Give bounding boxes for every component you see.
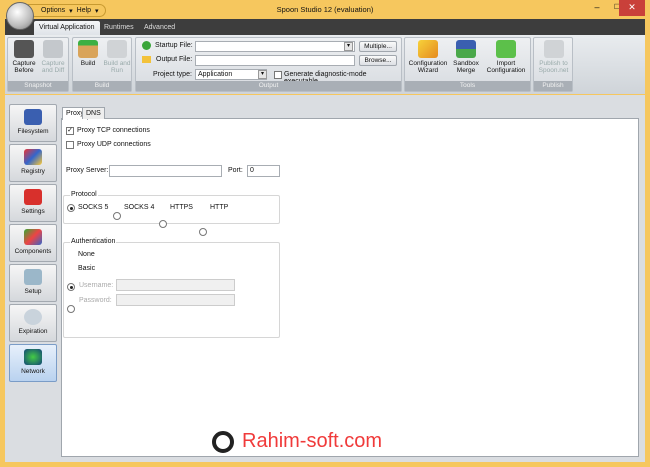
https-label: HTTPS [170, 204, 193, 211]
tab-runtimes[interactable]: Runtimes [99, 21, 139, 35]
radio-auth-basic[interactable] [67, 305, 75, 313]
sidebar-item-expiration[interactable]: Expiration [9, 304, 57, 342]
group-snapshot: Capture Before Capture and Diff Snapshot [7, 37, 69, 92]
group-label: Tools [405, 81, 530, 91]
setup-icon [24, 269, 42, 285]
proxy-tcp-checkbox[interactable]: ✓ [66, 127, 74, 135]
group-label: Output [136, 81, 401, 91]
browse-button[interactable]: Browse... [359, 55, 397, 66]
registry-icon [24, 149, 42, 165]
protocol-legend: Protocol [70, 191, 98, 198]
password-label: Password: [79, 297, 112, 304]
project-type-select[interactable]: Application [195, 69, 267, 80]
run-icon [107, 40, 127, 58]
proxy-udp-label: Proxy UDP connections [77, 141, 151, 148]
capture-and-diff-button[interactable]: Capture and Diff [39, 40, 67, 74]
toolbox-icon [24, 189, 42, 205]
sidebar-item-registry[interactable]: Registry [9, 144, 57, 182]
authentication-legend: Authentication [70, 238, 117, 245]
box-icon [78, 40, 98, 58]
quick-menu: Options ▾ Help ▾ [28, 4, 106, 17]
password-input[interactable] [116, 294, 235, 306]
group-build: Build Build and Run Build [72, 37, 132, 92]
tab-advanced[interactable]: Advanced [139, 21, 180, 35]
sidebar-item-filesystem[interactable]: Filesystem [9, 104, 57, 142]
components-icon [24, 229, 42, 245]
auth-none-label: None [78, 251, 95, 258]
sidebar-item-network[interactable]: Network [9, 344, 57, 382]
minimize-button[interactable]: – [586, 0, 608, 16]
username-label: Username: [79, 282, 114, 289]
close-button[interactable]: ✕ [619, 0, 645, 16]
power-icon [142, 41, 151, 50]
publish-to-spoon-button[interactable]: Publish to Spoon.net [535, 40, 572, 74]
output-file-label: Output File: [156, 56, 193, 63]
startup-file-label: Startup File: [155, 42, 193, 49]
username-input[interactable] [116, 279, 235, 291]
group-output: Startup File: ▾ Multiple... Output File:… [135, 37, 402, 92]
help-menu[interactable]: Help [77, 7, 91, 14]
group-publish: Publish to Spoon.net Publish [533, 37, 573, 92]
capture-before-button[interactable]: Capture Before [10, 40, 38, 74]
build-and-run-button[interactable]: Build and Run [103, 40, 131, 74]
radio-https[interactable] [159, 220, 167, 228]
group-label: Publish [534, 81, 572, 91]
startup-file-input[interactable] [195, 41, 355, 52]
options-menu[interactable]: Options [41, 7, 65, 14]
auth-basic-label: Basic [78, 265, 96, 272]
app-menu-orb[interactable] [6, 2, 34, 30]
chevron-down-icon[interactable]: ▾ [258, 70, 267, 79]
import-arrow-icon [496, 40, 516, 58]
http-label: HTTP [210, 204, 229, 211]
radio-http[interactable] [199, 228, 207, 236]
chevron-down-icon: ▾ [95, 7, 99, 15]
group-label: Build [73, 81, 131, 91]
proxy-tcp-label: Proxy TCP connections [77, 127, 150, 134]
watermark: Rahim-soft.com [212, 430, 382, 453]
proxy-udp-checkbox[interactable] [66, 141, 74, 149]
multiple-button[interactable]: Multiple... [359, 41, 397, 52]
chevron-down-icon[interactable]: ▾ [344, 42, 353, 51]
filesystem-icon [24, 109, 42, 125]
watermark-text: Rahim-soft.com [242, 430, 383, 452]
sandbox-merge-button[interactable]: Sandbox Merge [451, 40, 481, 74]
port-stepper[interactable]: 0 [247, 165, 280, 177]
magnifier-logo-icon [212, 430, 234, 453]
disk-merge-icon [456, 40, 476, 58]
folder-icon [142, 56, 151, 63]
camera-icon [43, 40, 63, 58]
chevron-down-icon: ▾ [69, 7, 73, 15]
socks4-label: SOCKS 4 [124, 204, 155, 211]
socks5-label: SOCKS 5 [78, 204, 109, 211]
configuration-wizard-button[interactable]: Configuration Wizard [407, 40, 449, 74]
radio-socks5[interactable] [67, 204, 75, 212]
lightning-icon [418, 40, 438, 58]
proxy-server-input[interactable] [109, 165, 222, 177]
tab-dns[interactable]: DNS [82, 107, 105, 119]
radio-socks4[interactable] [113, 212, 121, 220]
port-label: Port: [228, 167, 243, 174]
diagnostic-checkbox[interactable] [274, 71, 282, 79]
sidebar-item-components[interactable]: Components [9, 224, 57, 262]
sidebar-item-settings[interactable]: Settings [9, 184, 57, 222]
radio-auth-none[interactable] [67, 283, 75, 291]
globe-icon [24, 349, 42, 365]
output-file-input[interactable] [195, 55, 355, 66]
project-type-label: Project type: [153, 71, 192, 78]
publish-icon [543, 40, 564, 58]
tab-virtual-application[interactable]: Virtual Application [34, 21, 100, 35]
group-label: Snapshot [8, 81, 68, 91]
camera-icon [14, 40, 34, 58]
alarm-clock-icon [24, 309, 42, 325]
proxy-server-label: Proxy Server: [66, 167, 109, 174]
import-configuration-button[interactable]: Import Configuration [483, 40, 529, 74]
group-tools: Configuration Wizard Sandbox Merge Impor… [404, 37, 531, 92]
sidebar-item-setup[interactable]: Setup [9, 264, 57, 302]
build-button[interactable]: Build [75, 40, 101, 67]
